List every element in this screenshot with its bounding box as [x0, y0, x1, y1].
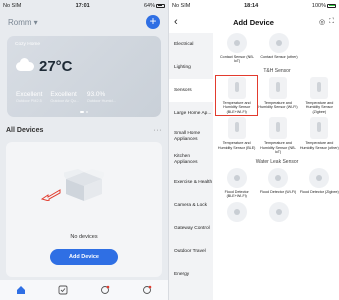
battery-icon: [327, 3, 336, 8]
thermometer-icon: [268, 117, 287, 140]
category-item[interactable]: Kitchen Appliances: [169, 148, 213, 171]
flood-detector-icon: [309, 167, 330, 188]
contact-sensor-icon: [227, 33, 247, 53]
device-tile[interactable]: Temperature and Humidity Sensor (BLE): [217, 117, 256, 154]
tab-home[interactable]: [14, 284, 28, 296]
scan-nearby-icon[interactable]: ◎: [319, 18, 325, 26]
device-tile[interactable]: Temperature and Humidity Sensor (Wi-Fi): [258, 76, 298, 114]
category-list: Electrical Lighting Sensors Large Home A…: [169, 33, 213, 300]
device-tile[interactable]: Temperature and Humidity Sensor (NB-IoT): [258, 117, 297, 154]
category-item[interactable]: Outdoor Travel: [169, 240, 213, 263]
add-icon[interactable]: +: [146, 15, 160, 29]
category-item[interactable]: Exercise & Health: [169, 171, 213, 194]
category-item[interactable]: Energy: [169, 263, 213, 286]
battery-percent: 64%: [143, 2, 155, 9]
weather-card[interactable]: Cozy Home 27°C Excellent Outdoor PM2.5 E…: [7, 36, 161, 117]
arrow-annotation-icon: [41, 189, 61, 201]
stat-humidity: 93.0% Outdoor Humid...: [86, 91, 116, 103]
category-item[interactable]: Gateway Control: [169, 217, 213, 240]
back-icon[interactable]: ‹: [174, 16, 188, 28]
empty-box-icon: [64, 169, 104, 201]
device-tile[interactable]: [259, 202, 299, 223]
profile-icon: [143, 285, 152, 294]
page-indicator: [80, 111, 88, 113]
tab-bar: [0, 280, 168, 300]
empty-devices-card: No devices Add Device: [6, 142, 162, 277]
category-item-selected[interactable]: Sensors: [169, 79, 213, 102]
device-tile[interactable]: [217, 202, 257, 223]
tab-me[interactable]: [140, 284, 154, 296]
device-tile[interactable]: Contact Sensor (other): [259, 33, 299, 64]
category-item[interactable]: Large Home Ap...: [169, 102, 213, 125]
flood-detector-icon: [226, 167, 247, 188]
battery-icon: [156, 3, 165, 8]
all-devices-title: All Devices: [6, 127, 44, 134]
thermometer-icon: [227, 76, 246, 99]
home-icon: [17, 286, 25, 294]
thermometer-icon: [310, 76, 329, 99]
chevron-down-icon: ▾: [33, 17, 38, 27]
home-selector[interactable]: Romm ▾: [8, 18, 38, 27]
page-title: Add Device: [233, 17, 274, 27]
temperature: 27°C: [39, 58, 73, 75]
status-bar: No SIM 18:14 100%: [169, 0, 339, 11]
checklist-icon: [58, 285, 68, 295]
smart-icon: [101, 285, 110, 294]
section-title: Water Leak Sensor: [255, 158, 299, 165]
nav-bar: ‹ Add Device ◎ ⛶: [169, 11, 339, 33]
clock: 17:01: [75, 2, 90, 9]
clock: 18:14: [244, 2, 259, 9]
device-grid: Contact Sensor (NB-IoT) Contact Sensor (…: [214, 33, 339, 300]
status-bar: No SIM 17:01 64%: [0, 0, 168, 11]
contact-sensor-icon: [269, 33, 289, 53]
stat-air-quality: Excellent Outdoor Air Qu...: [50, 91, 79, 103]
device-tile[interactable]: Temperature and Humidity Sensor (other): [300, 117, 339, 154]
device-tile[interactable]: Temperature and Humidity Sensor (Zigbee): [300, 76, 339, 114]
stat-pm25: Excellent Outdoor PM2.5: [16, 91, 43, 103]
category-item[interactable]: Small Home Appliances: [169, 125, 213, 148]
device-tile-highlighted[interactable]: Temperature and Humidity Sensor (BLE+Wi-…: [214, 74, 259, 117]
category-item[interactable]: Lighting: [169, 56, 213, 79]
battery-percent: 100%: [311, 2, 326, 9]
thermometer-icon: [310, 117, 329, 140]
add-device-screen: No SIM 18:14 100% ‹ Add Device ◎ ⛶ Elect…: [169, 0, 339, 300]
tab-scene[interactable]: [56, 284, 70, 296]
no-devices-text: No devices: [70, 234, 98, 240]
carrier-label: No SIM: [172, 2, 191, 9]
device-tile[interactable]: Contact Sensor (NB-IoT): [217, 33, 257, 64]
weather-location: Cozy Home: [15, 42, 41, 47]
category-item[interactable]: Electrical: [169, 33, 213, 56]
device-tile[interactable]: Flood Detector (BLE+Wi-Fi): [217, 167, 256, 199]
carrier-label: No SIM: [3, 2, 22, 9]
tab-smart[interactable]: [98, 284, 112, 296]
cloud-icon: [16, 58, 34, 71]
qr-scan-icon[interactable]: ⛶: [329, 18, 334, 26]
device-tile[interactable]: Flood Detector (Zigbee): [300, 167, 339, 199]
sensor-icon: [227, 202, 247, 223]
add-device-button[interactable]: Add Device: [50, 249, 118, 265]
more-icon[interactable]: ···: [154, 127, 163, 134]
flood-detector-icon: [267, 167, 288, 188]
sensor-icon: [269, 202, 289, 223]
device-tile[interactable]: Flood Detector (Wi-Fi): [258, 167, 297, 199]
thermometer-icon: [227, 117, 246, 140]
thermometer-icon: [268, 76, 287, 99]
section-title: T&H Sensor: [263, 67, 291, 74]
home-screen: No SIM 17:01 64% Romm ▾ + Cozy Home 27°C…: [0, 0, 168, 300]
category-item[interactable]: Camera & Lock: [169, 194, 213, 217]
